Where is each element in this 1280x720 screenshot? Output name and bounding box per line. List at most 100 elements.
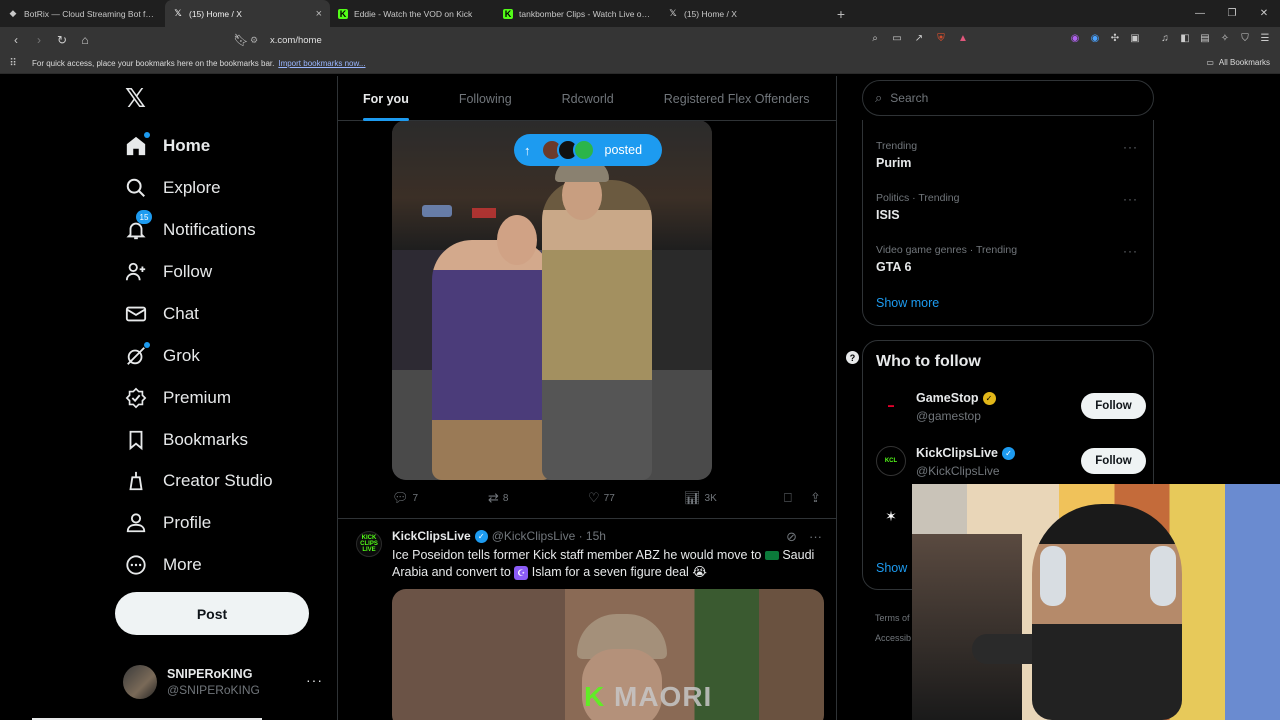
reply-icon: 💬︎ [392,490,409,505]
brave-rewards-icon[interactable]: ▲ [956,31,970,45]
tab-registered-flex-offenders[interactable]: Registered Flex Offenders [664,76,810,121]
browser-tab[interactable]: K tankbomber Clips - Watch Live on Kick [495,0,660,27]
more-dots-icon[interactable]: ··· [809,529,822,545]
avatar[interactable]: KICK CLIPS LIVE [356,531,382,557]
music-icon[interactable]: ♫ [1158,31,1172,45]
nav-explore[interactable]: Explore [125,170,221,206]
menu-icon[interactable]: ☰ [1258,31,1272,45]
author-handle[interactable]: @KickClipsLive [492,529,576,543]
leo-icon[interactable]: ✧ [1218,31,1232,45]
import-bookmarks-link[interactable]: Import bookmarks now... [278,59,365,68]
footer-link[interactable]: Accessib [875,628,911,648]
forward-icon[interactable]: › [29,30,49,50]
wallet-icon[interactable]: ▣ [1128,31,1142,45]
post-time[interactable]: 15h [586,529,606,543]
follow-suggestion[interactable]: ▬ GameStop ✓ @gamestop Follow [876,387,1146,427]
all-bookmarks-button[interactable]: ▭ All Bookmarks [1206,58,1270,67]
nav-more[interactable]: More [125,547,202,583]
browser-tab[interactable]: K Eddie - Watch the VOD on Kick [330,0,495,27]
follow-button[interactable]: Follow [1081,448,1146,474]
home-icon[interactable]: ⌂ [75,30,95,50]
watermark-text: MAORI [614,681,713,712]
trend-item[interactable]: Politics · Trending ISIS ··· [876,192,1146,222]
nav-home[interactable]: Home [125,128,210,164]
nav-profile[interactable]: Profile [125,505,211,541]
follow-button[interactable]: Follow [1081,393,1146,419]
author-name[interactable]: KickClipsLive [392,529,471,543]
repost-button[interactable]: ⇄ 8 [488,490,508,506]
account-switcher[interactable]: SNIPERoKING @SNIPERoKING ··· [123,662,323,702]
tab-for-you[interactable]: For you [363,76,409,121]
all-bookmarks-label: All Bookmarks [1218,58,1270,67]
kick-logo: K [584,681,606,712]
photo-person [542,180,652,480]
more-dots-icon[interactable]: ··· [1123,192,1138,206]
post-header: KickClipsLive ✓ @KickClipsLive · 15h [392,529,606,543]
new-tab-button[interactable]: + [829,0,853,27]
sidebar-icon[interactable]: ◧ [1178,31,1192,45]
puzzle-icon[interactable]: ✣ [1108,31,1122,45]
nav-follow[interactable]: Follow [125,254,212,290]
extension-icon[interactable]: ◉ [1068,31,1082,45]
reply-button[interactable]: 💬︎ 7 [392,490,418,506]
cast-icon[interactable]: ▭ [890,31,904,45]
follow-suggestion[interactable]: KCL KickClipsLive ✓ @KickClipsLive Follo… [876,442,1146,482]
apps-icon[interactable]: ⠿ [6,56,20,70]
bookmark-button[interactable]: ⎕ [784,490,792,506]
restore-icon[interactable]: ❐ [1216,0,1248,27]
vpn-icon[interactable]: ⛉ [1238,31,1252,45]
nav-grok[interactable]: Grok [125,338,200,374]
grok-icon[interactable]: ⊘ [786,529,797,545]
views-button[interactable]: 📊︎ 3K [684,490,717,506]
home-icon [125,132,150,157]
back-icon[interactable]: ‹ [6,30,26,50]
nav-premium[interactable]: Premium [125,380,231,416]
post-image[interactable] [392,120,712,480]
wallet-icon[interactable]: ▤ [1198,31,1212,45]
minimize-icon[interactable]: — [1184,0,1216,27]
trend-item[interactable]: Video game genres · Trending GTA 6 ··· [876,244,1146,274]
show-more-link[interactable]: Show [876,561,907,575]
verified-badge-icon: ✓ [474,529,488,543]
new-posts-pill[interactable]: ↑ posted [514,134,662,166]
url-text[interactable]: x.com/home [270,35,322,46]
zoom-icon[interactable]: ⌕ [868,31,882,45]
x-logo-icon[interactable]: 𝕏 [125,85,149,111]
brave-shield-icon[interactable]: ⛨ [934,31,948,45]
close-tab-icon[interactable]: × [316,8,322,20]
share-button[interactable]: ⇪ [810,490,821,506]
nav-creator-studio[interactable]: Creator Studio [125,463,273,499]
tab-rdcworld[interactable]: Rdcworld [562,76,614,121]
left-nav: 𝕏 Home Explore 15 Notifications Follow C… [115,76,335,720]
more-dots-icon[interactable]: ··· [1123,140,1138,154]
nav-chat[interactable]: Chat [125,296,199,332]
more-dots-icon[interactable]: ··· [306,672,323,688]
close-window-icon[interactable]: ✕ [1248,0,1280,27]
browser-tab[interactable]: 𝕏 (15) Home / X [660,0,825,27]
extension-icon[interactable]: ◉ [1088,31,1102,45]
tab-following[interactable]: Following [459,76,512,121]
site-info-icon[interactable]: ⚙︎ [250,35,260,45]
post-video[interactable]: K MAORI [392,589,824,720]
post[interactable]: KICK CLIPS LIVE KickClipsLive ✓ @KickCli… [338,519,836,720]
share-icon[interactable]: ↗ [912,31,926,45]
browser-tab-active[interactable]: 𝕏 (15) Home / X × [165,0,330,27]
post-button[interactable]: Post [115,592,309,635]
repost-count: 8 [502,492,509,504]
bookmarks-message: For quick access, place your bookmarks h… [32,58,275,68]
more-dots-icon[interactable]: ··· [1123,244,1138,258]
show-more-link[interactable]: Show more [876,296,939,310]
bookmark-page-icon[interactable]: 🔖︎ [231,30,251,50]
trend-item[interactable]: Trending Purim ··· [876,140,1146,170]
address-bar[interactable]: ⚙︎ x.com/home [250,30,970,50]
nav-notifications[interactable]: 15 Notifications [125,210,256,248]
nav-bookmarks[interactable]: Bookmarks [125,422,248,458]
who-to-follow-title: Who to follow [876,353,981,370]
like-button[interactable]: ♡ 77 [588,490,615,506]
help-icon[interactable]: ? [846,351,859,364]
search-input[interactable]: ⌕ Search [862,80,1154,116]
footer-link[interactable]: Terms of [875,608,911,628]
photo-sign [472,208,496,218]
reload-icon[interactable]: ↻ [52,30,72,50]
browser-tab[interactable]: ◆ BotRix — Cloud Streaming Bot for Twitc… [0,0,165,27]
